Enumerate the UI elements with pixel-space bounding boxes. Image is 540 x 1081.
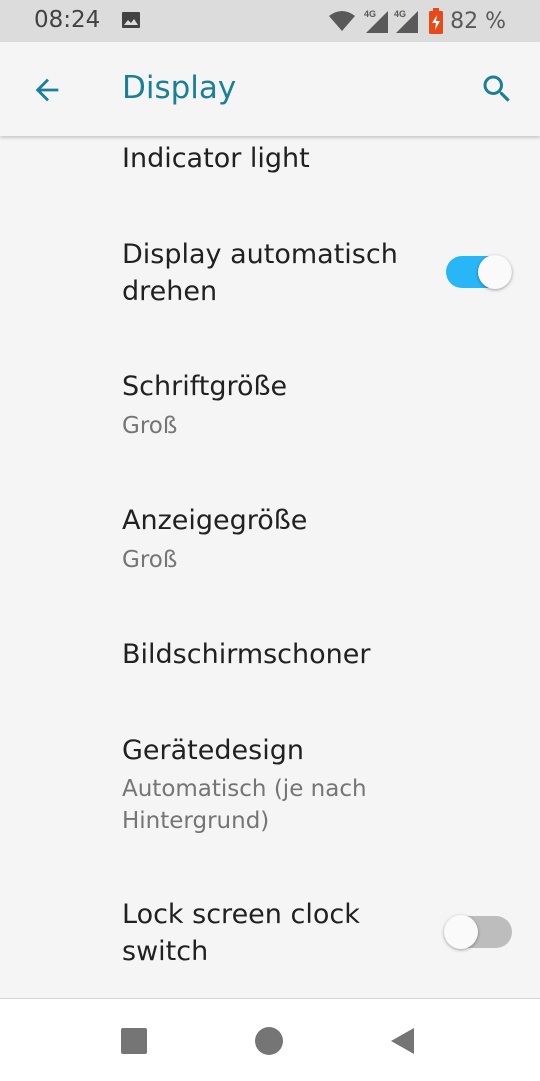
page-title: Display [122,70,237,106]
setting-title: Gerätedesign [122,735,304,766]
setting-title: Anzeigegröße [122,505,308,536]
network-label-1: 4G [364,9,376,19]
app-bar: Display [0,42,540,136]
arrow-back-icon [35,78,59,102]
back-icon [391,1028,414,1054]
setting-indicator-light[interactable]: Indicator light [0,136,540,216]
home-button[interactable] [249,1021,289,1061]
setting-font-size[interactable]: Schriftgröße Groß [0,354,540,474]
status-icons: 4G 4G 82 % [328,5,506,37]
home-icon [255,1027,283,1055]
setting-screensaver[interactable]: Bildschirmschoner [0,622,540,722]
back-button[interactable] [22,65,72,115]
recents-button[interactable] [114,1021,154,1061]
setting-value: Automatisch (je nach Hintergrund) [122,776,367,834]
toggle-thumb-off [444,915,478,949]
setting-title: Schriftgröße [122,371,288,402]
search-button[interactable] [472,64,522,114]
setting-value: Groß [122,413,178,439]
setting-title: Display automatisch drehen [122,239,398,307]
signal-4g-icon: 4G [364,9,389,33]
navigation-bar [0,998,540,1081]
status-time: 08:24 [34,7,101,33]
setting-device-theme[interactable]: Gerätedesign Automatisch (je nach Hinter… [0,716,540,866]
settings-list: Indicator light Display automatisch dreh… [0,136,540,998]
setting-title: Indicator light [122,143,310,174]
battery-charging-icon [429,8,444,34]
toggle-thumb-on [478,255,512,289]
setting-title: Bildschirmschoner [122,639,371,670]
image-icon [122,12,140,28]
signal-4g-icon: 4G [394,9,419,33]
search-icon [483,75,510,102]
nav-back-button[interactable] [382,1021,422,1061]
setting-display-size[interactable]: Anzeigegröße Groß [0,488,540,608]
auto-rotate-switch[interactable] [444,252,514,292]
network-label-2: 4G [394,9,406,19]
status-bar: 08:24 4G 4G 82 % [0,0,540,42]
setting-title: Lock screen clock switch [122,899,360,967]
wifi-icon [329,11,356,31]
lock-screen-clock-switch[interactable] [444,912,514,952]
battery-percent: 82 % [450,8,506,34]
recents-icon [121,1028,147,1054]
setting-value: Groß [122,547,178,573]
